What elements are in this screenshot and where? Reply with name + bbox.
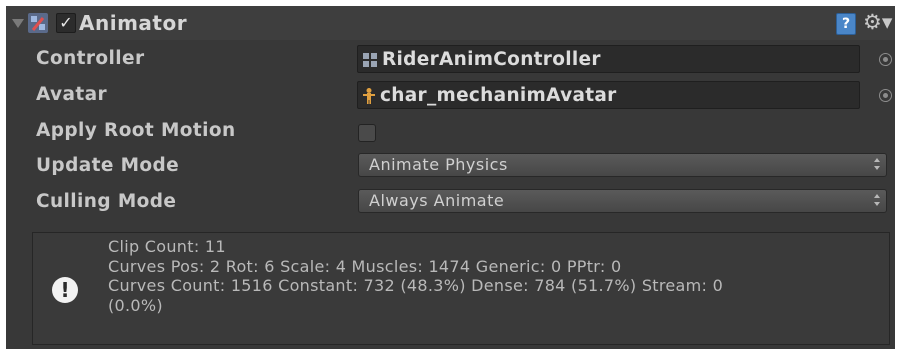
animator-inspector: ✓ Animator ? ⚙▾ Controller RiderAnimCont… [6, 6, 895, 349]
info-line-clip-count: Clip Count: 11 [108, 237, 226, 256]
info-line-curves-pos: Curves Pos: 2 Rot: 6 Scale: 4 Muscles: 1… [108, 256, 622, 276]
avatar-field[interactable]: char_mechanimAvatar [357, 81, 860, 109]
enabled-checkbox[interactable]: ✓ [56, 13, 76, 33]
controller-value: RiderAnimController [382, 49, 601, 70]
info-line-stream-percent: (0.0%) [108, 295, 163, 315]
help-book-icon[interactable]: ? [836, 13, 856, 35]
avatar-object-picker[interactable] [879, 89, 892, 102]
avatar-icon [363, 88, 375, 104]
culling-mode-label: Culling Mode [36, 191, 177, 212]
culling-mode-value: Always Animate [369, 191, 505, 210]
info-line-curves-count: Curves Count: 1516 Constant: 732 (48.3%)… [108, 276, 724, 295]
dropdown-arrows-icon [874, 158, 880, 172]
update-mode-dropdown[interactable]: Animate Physics [358, 153, 887, 177]
controller-field[interactable]: RiderAnimController [357, 45, 860, 73]
apply-root-motion-label: Apply Root Motion [36, 120, 236, 141]
update-mode-value: Animate Physics [369, 155, 508, 174]
culling-mode-dropdown[interactable]: Always Animate [358, 189, 887, 213]
component-header[interactable]: ✓ Animator ? ⚙▾ [6, 6, 895, 40]
avatar-value: char_mechanimAvatar [380, 85, 617, 106]
controller-object-picker[interactable] [879, 53, 892, 66]
info-text: Clip Count: 11 Curves Pos: 2 Rot: 6 Scal… [108, 237, 883, 315]
info-icon: ! [52, 277, 78, 303]
animator-controller-icon [363, 53, 377, 67]
update-mode-label: Update Mode [36, 155, 180, 176]
avatar-label: Avatar [36, 84, 108, 105]
gear-icon[interactable]: ⚙▾ [863, 9, 892, 35]
animator-component-icon [28, 13, 48, 33]
foldout-arrow-icon[interactable] [12, 19, 24, 28]
controller-label: Controller [36, 48, 145, 69]
apply-root-motion-checkbox[interactable] [358, 124, 376, 142]
component-title: Animator [79, 11, 188, 35]
dropdown-arrows-icon [874, 194, 880, 208]
animator-info-box: ! Clip Count: 11 Curves Pos: 2 Rot: 6 Sc… [32, 232, 890, 345]
